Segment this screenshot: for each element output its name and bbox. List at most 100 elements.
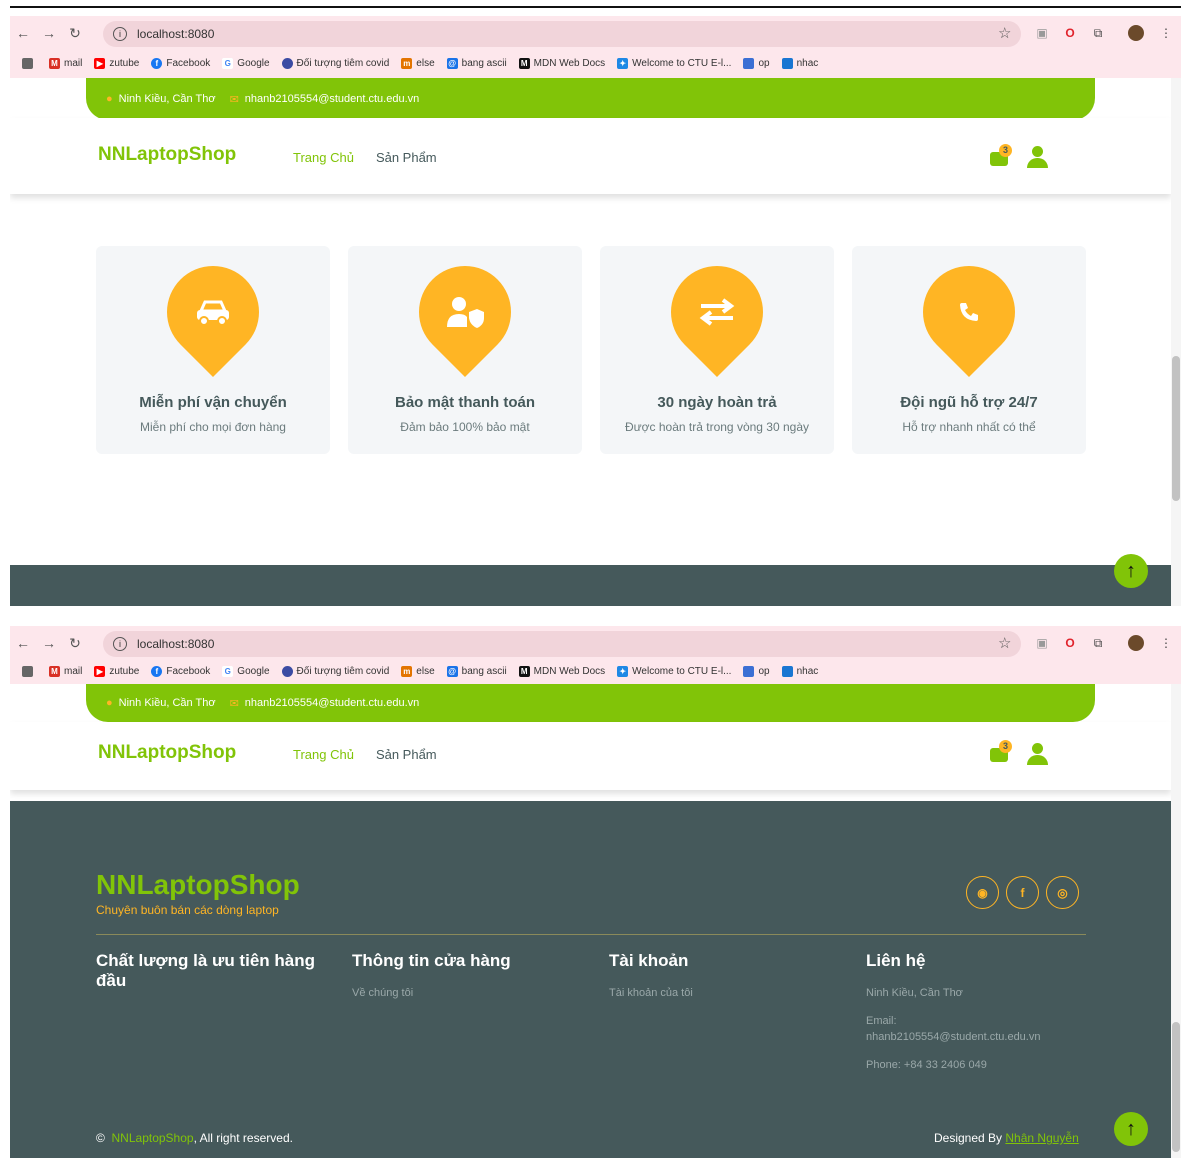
bookmark-google[interactable]: G Google bbox=[222, 665, 270, 677]
bookmark-covid[interactable]: Đối tượng tiêm covid bbox=[281, 665, 389, 677]
bookmark-star-icon[interactable]: ☆ bbox=[998, 24, 1011, 42]
bookmark-star-icon[interactable]: ☆ bbox=[998, 634, 1011, 652]
feature-title: Bảo mật thanh toán bbox=[394, 394, 535, 411]
navbar-brand[interactable]: NNLaptopShop bbox=[98, 144, 236, 166]
extensions-icon[interactable]: ⧉ bbox=[1090, 25, 1106, 41]
facebook-icon: f bbox=[151, 665, 163, 677]
instagram-icon[interactable]: ◎ bbox=[1046, 876, 1079, 909]
topbar-email[interactable]: nhanb2105554@student.ctu.edu.vn bbox=[245, 697, 419, 709]
profile-avatar[interactable] bbox=[1128, 25, 1144, 41]
menu-kebab-icon[interactable]: ⋮ bbox=[1158, 635, 1174, 651]
bookmark-nhac[interactable]: nhac bbox=[781, 57, 818, 69]
shopping-bag-icon[interactable]: 3 bbox=[990, 740, 1012, 762]
address-bar[interactable]: i localhost:8080 bbox=[103, 21, 1021, 47]
top-border-line bbox=[10, 6, 1181, 8]
bookmark-op[interactable]: op bbox=[743, 57, 770, 69]
facebook-social-icon[interactable]: f bbox=[1006, 876, 1039, 909]
feature-title: Đội ngũ hỗ trợ 24/7 bbox=[900, 394, 1038, 411]
footer-divider bbox=[96, 934, 1086, 935]
extensions-icon[interactable]: ⧉ bbox=[1090, 635, 1106, 651]
footer-brand[interactable]: NNLaptopShop bbox=[96, 869, 300, 901]
bookmarks-bar: Mmail ▶ zutube f Facebook G Google Đối tượn… bbox=[10, 52, 830, 74]
feature-card-security: Bảo mật thanh toán Đảm bảo 100% bảo mật bbox=[348, 246, 582, 454]
opera-icon[interactable]: O bbox=[1062, 635, 1078, 651]
nav-trang-chu[interactable]: Trang Chủ bbox=[293, 150, 354, 165]
bookmark-else[interactable]: m else bbox=[401, 665, 435, 677]
bookmark-google[interactable]: G Google bbox=[222, 57, 270, 69]
footer-col-title: Chất lượng là ưu tiên hàng đầu bbox=[96, 951, 315, 990]
bookmark-facebook[interactable]: f Facebook bbox=[151, 665, 210, 677]
user-shield-icon bbox=[419, 266, 511, 358]
navbar-brand[interactable]: NNLaptopShop bbox=[98, 742, 236, 764]
back-to-top-button[interactable]: ↑ bbox=[1114, 1112, 1148, 1146]
contact-phone: Phone: +84 33 2406 049 bbox=[866, 1059, 987, 1071]
back-icon[interactable]: ← bbox=[10, 635, 36, 651]
bookmark-facebook[interactable]: f Facebook bbox=[151, 57, 210, 69]
nav-san-pham[interactable]: Sản Phẩm bbox=[376, 150, 437, 165]
reading-list-icon[interactable]: ▣ bbox=[1034, 635, 1050, 651]
address-bar[interactable]: i localhost:8080 bbox=[103, 631, 1021, 657]
car-icon bbox=[167, 266, 259, 358]
my-account-link[interactable]: Tài khoản của tôi bbox=[609, 985, 693, 1001]
bookmark-mdn[interactable]: M MDN Web Docs bbox=[518, 665, 605, 677]
feature-desc: Hỗ trợ nhanh nhất có thể bbox=[902, 420, 1036, 434]
info-icon[interactable]: i bbox=[113, 27, 127, 41]
apps-icon[interactable] bbox=[22, 665, 37, 677]
bookmark-ctu[interactable]: ✦ Welcome to CTU E-l... bbox=[617, 57, 731, 69]
designer-link[interactable]: Nhân Nguyễn bbox=[1005, 1131, 1078, 1145]
bookmark-ctu[interactable]: ✦ Welcome to CTU E-l... bbox=[617, 665, 731, 677]
about-us-link[interactable]: Về chúng tôi bbox=[352, 985, 511, 1001]
footer: NNLaptopShop Chuyên buôn bán các dòng la… bbox=[10, 801, 1171, 1158]
bookmark-zutube[interactable]: ▶ zutube bbox=[94, 57, 139, 69]
scrollbar[interactable] bbox=[1171, 684, 1181, 1158]
forward-icon[interactable]: → bbox=[36, 635, 62, 651]
bookmark-ascii[interactable]: @ bang ascii bbox=[446, 665, 507, 677]
covid-icon bbox=[281, 57, 293, 69]
user-icon[interactable] bbox=[1026, 146, 1048, 168]
op-icon bbox=[743, 665, 755, 677]
copyright: © NNLaptopShop, All right reserved. bbox=[96, 1131, 293, 1145]
topbar-email[interactable]: nhanb2105554@student.ctu.edu.vn bbox=[245, 93, 419, 105]
footer-col-account: Tài khoản Tài khoản của tôi bbox=[609, 951, 693, 1001]
bookmark-mail[interactable]: Mmail bbox=[49, 665, 82, 677]
bookmark-covid[interactable]: Đối tượng tiêm covid bbox=[281, 57, 389, 69]
reload-icon[interactable]: ↻ bbox=[62, 25, 88, 42]
contact-email[interactable]: nhanb2105554@student.ctu.edu.vn bbox=[866, 1029, 1040, 1045]
topbar-address: Ninh Kiều, Cần Thơ bbox=[118, 93, 216, 105]
browser-window-1: ← → ↻ i localhost:8080 ☆ ▣ O ⧉ ⋮ Mmail ▶… bbox=[10, 16, 1181, 606]
reading-list-icon[interactable]: ▣ bbox=[1034, 25, 1050, 41]
reload-icon[interactable]: ↻ bbox=[62, 635, 88, 652]
bookmark-mail[interactable]: Mmail bbox=[49, 57, 82, 69]
google-icon: G bbox=[222, 665, 234, 677]
bookmark-nhac[interactable]: nhac bbox=[781, 665, 818, 677]
info-icon[interactable]: i bbox=[113, 637, 127, 651]
github-icon[interactable]: ◉ bbox=[966, 876, 999, 909]
user-icon[interactable] bbox=[1026, 743, 1048, 765]
bookmark-op[interactable]: op bbox=[743, 665, 770, 677]
page-viewport: ● Ninh Kiều, Cần Thơ ✉ nhanb2105554@stud… bbox=[10, 78, 1171, 606]
google-icon: G bbox=[222, 57, 234, 69]
nav-trang-chu[interactable]: Trang Chủ bbox=[293, 747, 354, 762]
back-icon[interactable]: ← bbox=[10, 25, 36, 41]
browser-window-2: ← → ↻ i localhost:8080 ☆ ▣ O ⧉ ⋮ Mmail ▶… bbox=[10, 626, 1181, 1158]
opera-icon[interactable]: O bbox=[1062, 25, 1078, 41]
shopping-bag-icon[interactable]: 3 bbox=[990, 144, 1012, 166]
apps-icon[interactable] bbox=[22, 57, 37, 69]
feature-desc: Đảm bảo 100% bảo mật bbox=[400, 420, 530, 434]
profile-avatar[interactable] bbox=[1128, 635, 1144, 651]
bookmark-else[interactable]: m else bbox=[401, 57, 435, 69]
forward-icon[interactable]: → bbox=[36, 25, 62, 41]
envelope-icon: ✉ bbox=[229, 697, 239, 710]
ctu-icon: ✦ bbox=[617, 57, 629, 69]
menu-kebab-icon[interactable]: ⋮ bbox=[1158, 25, 1174, 41]
bookmark-ascii[interactable]: @ bang ascii bbox=[446, 57, 507, 69]
nav-san-pham[interactable]: Sản Phẩm bbox=[376, 747, 437, 762]
bookmark-mdn[interactable]: M MDN Web Docs bbox=[518, 57, 605, 69]
back-to-top-button[interactable]: ↑ bbox=[1114, 554, 1148, 588]
ascii-icon: @ bbox=[446, 665, 458, 677]
scrollbar[interactable] bbox=[1171, 78, 1181, 606]
bookmark-zutube[interactable]: ▶ zutube bbox=[94, 665, 139, 677]
copyright-brand-link[interactable]: NNLaptopShop bbox=[112, 1131, 194, 1145]
map-marker-icon: ● bbox=[106, 697, 113, 709]
feature-card-support: Đội ngũ hỗ trợ 24/7 Hỗ trợ nhanh nhất có… bbox=[852, 246, 1086, 454]
